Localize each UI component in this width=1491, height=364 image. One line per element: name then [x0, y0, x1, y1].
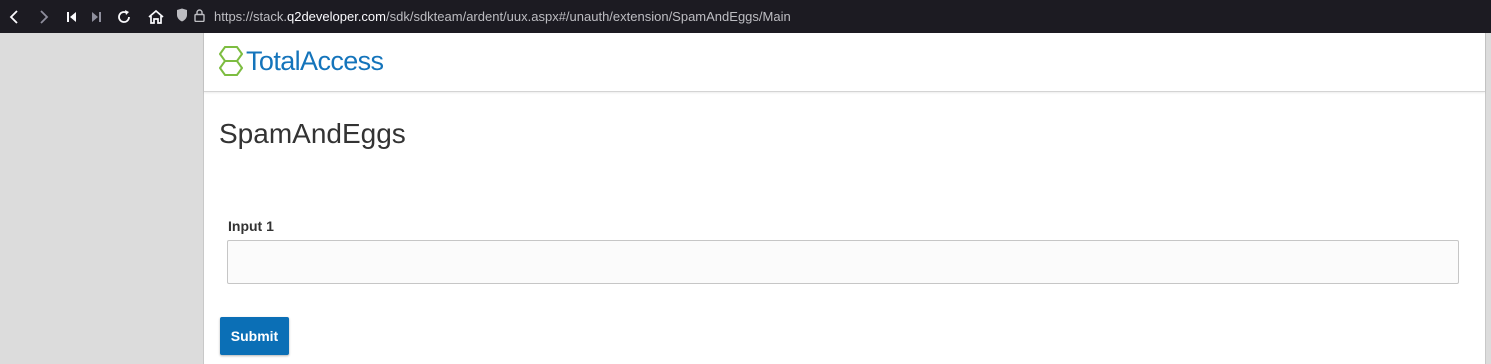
- page-title: SpamAndEggs: [219, 118, 406, 149]
- page-content: TotalAccess SpamAndEggs Input 1 Submit: [203, 33, 1486, 364]
- logo-text: TotalAccess: [246, 45, 384, 76]
- skip-forward-icon[interactable]: [84, 5, 108, 29]
- back-icon[interactable]: [2, 5, 26, 29]
- logo-icon: [219, 46, 243, 76]
- lock-icon: [194, 8, 205, 25]
- app-header: TotalAccess: [204, 33, 1485, 92]
- reload-icon[interactable]: [112, 5, 136, 29]
- forward-icon[interactable]: [32, 5, 56, 29]
- submit-button[interactable]: Submit: [220, 317, 289, 355]
- shield-icon: [176, 8, 188, 25]
- input-1-label: Input 1: [228, 218, 274, 234]
- browser-toolbar: https://stack. q2developer.com/sdk/sdktea…: [0, 0, 1491, 33]
- url-bar[interactable]: https://stack. q2developer.com/sdk/sdktea…: [176, 8, 791, 25]
- logo[interactable]: TotalAccess: [219, 45, 384, 76]
- url-prefix: https://stack.: [214, 9, 287, 24]
- skip-back-icon[interactable]: [60, 5, 84, 29]
- home-icon[interactable]: [144, 5, 168, 29]
- url-host: q2developer.com: [286, 9, 386, 24]
- url-path: /sdk/sdkteam/ardent/uux.aspx#/unauth/ext…: [386, 9, 791, 24]
- input-1-field[interactable]: [227, 240, 1459, 284]
